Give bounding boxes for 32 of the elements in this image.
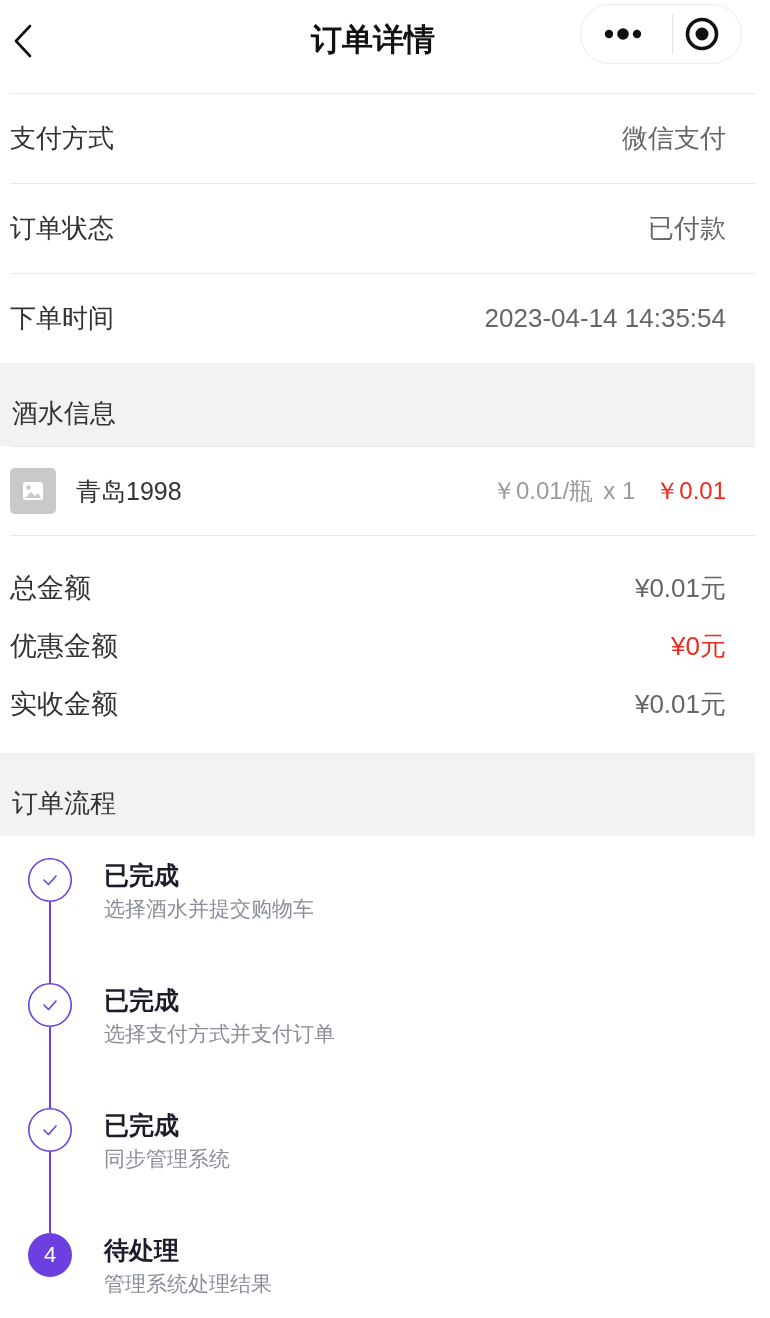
step-description: 同步管理系统 [104, 1146, 230, 1172]
unit-price: ￥0.01/瓶 [491, 476, 594, 506]
field-label: 订单状态 [10, 212, 114, 245]
section-title: 酒水信息 [12, 398, 116, 428]
quantity: x 1 [603, 477, 636, 505]
circle-dot-icon[interactable] [685, 17, 719, 51]
back-icon[interactable] [13, 23, 33, 58]
section-title: 订单流程 [12, 788, 116, 818]
step-description: 选择支付方式并支付订单 [104, 1021, 335, 1047]
field-value: 2023-04-14 14:35:54 [484, 303, 726, 334]
step-description: 选择酒水并提交购物车 [104, 896, 314, 922]
amount-label: 总金额 [10, 572, 91, 605]
step-description: 管理系统处理结果 [104, 1271, 272, 1297]
more-icon[interactable] [604, 28, 642, 40]
amount-value: ¥0.01元 [634, 687, 726, 721]
amount-value: ¥0.01元 [634, 571, 726, 605]
amount-label: 实收金额 [10, 688, 118, 721]
step-status: 已完成 [104, 860, 180, 891]
field-label: 下单时间 [10, 302, 114, 335]
step-status: 已完成 [104, 985, 180, 1016]
amount-label: 优惠金额 [10, 630, 118, 663]
product-name: 青岛1998 [76, 475, 183, 507]
step-status: 已完成 [104, 1110, 180, 1141]
subtotal: ￥0.01 [655, 476, 726, 506]
field-value: 微信支付 [622, 122, 726, 155]
image-placeholder-icon [10, 468, 56, 514]
field-value: 已付款 [648, 212, 726, 245]
field-label: 支付方式 [10, 122, 114, 155]
amount-value: ¥0元 [671, 629, 726, 663]
page-title: 订单详情 [310, 20, 435, 59]
step-status: 待处理 [104, 1235, 180, 1266]
step-number: 4 [28, 1233, 72, 1277]
